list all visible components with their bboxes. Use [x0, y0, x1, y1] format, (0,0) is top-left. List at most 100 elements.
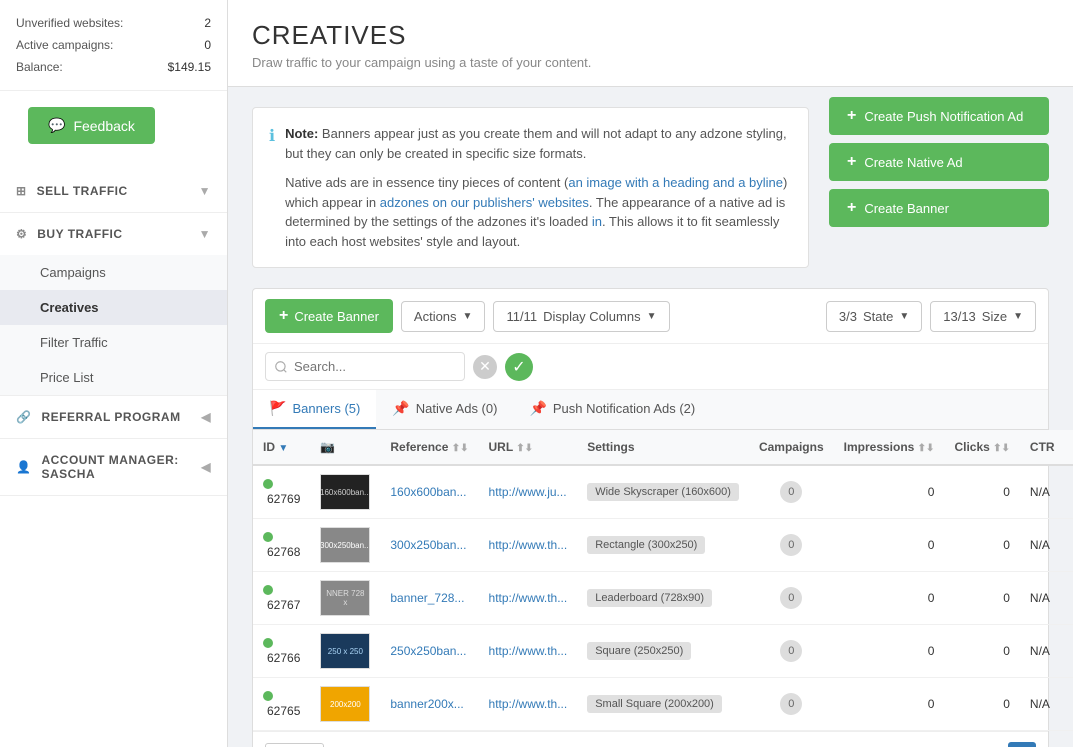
page-title: CREATIVES — [252, 20, 1049, 51]
cell-clicks: 0 — [944, 625, 1019, 678]
actions-dropdown-button[interactable]: Actions ▼ — [401, 301, 486, 332]
camera-icon: 📷 — [320, 440, 335, 454]
col-thumb: 📷 — [310, 430, 380, 465]
col-reference[interactable]: Reference ⬆⬇ — [380, 430, 478, 465]
display-columns-button[interactable]: 11/11 Display Columns ▼ — [493, 301, 669, 332]
plus-icon: + — [847, 107, 856, 125]
reference-link[interactable]: 160x600ban... — [390, 485, 466, 499]
campaigns-count: 0 — [780, 534, 802, 556]
cell-gear: ⚙ — [1065, 625, 1073, 678]
sidebar-nav: ⊞ SELL TRAFFIC ▼ ⚙ BUY TRAFFIC ▼ Campaig… — [0, 170, 227, 747]
url-link[interactable]: http://www.th... — [489, 538, 568, 552]
cell-impressions: 0 — [834, 465, 945, 519]
col-clicks[interactable]: Clicks ⬆⬇ — [944, 430, 1019, 465]
nav-header-sell-traffic[interactable]: ⊞ SELL TRAFFIC ▼ — [0, 170, 227, 212]
cell-ctr: N/A — [1020, 519, 1065, 572]
cell-reference: 250x250ban... — [380, 625, 478, 678]
creative-tabs: 🚩 Banners (5) 📌 Native Ads (0) 📌 Push No… — [253, 390, 1048, 430]
cell-thumb: 250 x 250 — [310, 625, 380, 678]
reference-link[interactable]: banner200x... — [390, 697, 463, 711]
main-header: CREATIVES Draw traffic to your campaign … — [228, 0, 1073, 87]
cell-id: 62768 — [253, 519, 310, 572]
cell-ctr: N/A — [1020, 625, 1065, 678]
state-filter-button[interactable]: 3/3 State ▼ — [826, 301, 922, 332]
stat-value: 0 — [204, 38, 211, 52]
col-impressions[interactable]: Impressions ⬆⬇ — [834, 430, 945, 465]
pagination-bar: 50 25 100 rows per page 1 — [253, 731, 1048, 747]
nav-header-referral[interactable]: 🔗 REFERRAL PROGRAM ◀ — [0, 396, 227, 438]
url-link[interactable]: http://www.ju... — [489, 485, 567, 499]
settings-badge: Square (250x250) — [587, 642, 691, 660]
sidebar-item-price-list[interactable]: Price List — [0, 360, 227, 395]
campaigns-count: 0 — [780, 587, 802, 609]
reference-link[interactable]: banner_728... — [390, 591, 464, 605]
tab-banners[interactable]: 🚩 Banners (5) — [253, 390, 376, 429]
referral-icon: 🔗 — [16, 410, 31, 424]
tab-push-ads[interactable]: 📌 Push Notification Ads (2) — [513, 390, 711, 429]
campaigns-count: 0 — [780, 640, 802, 662]
status-indicator — [263, 479, 273, 489]
create-banner-toolbar-button[interactable]: + Create Banner — [265, 299, 393, 333]
cell-gear: ⚙ — [1065, 465, 1073, 519]
stat-value: $149.15 — [168, 60, 211, 74]
sidebar: Unverified websites:2Active campaigns:0B… — [0, 0, 228, 747]
reference-link[interactable]: 250x250ban... — [390, 644, 466, 658]
note-paragraph2: Native ads are in essence tiny pieces of… — [285, 173, 792, 251]
reference-link[interactable]: 300x250ban... — [390, 538, 466, 552]
create-banner-right-button[interactable]: + Create Banner — [829, 189, 1049, 227]
cell-reference: 160x600ban... — [380, 465, 478, 519]
create-push-button[interactable]: + Create Push Notification Ad — [829, 97, 1049, 135]
tab-native-ads[interactable]: 📌 Native Ads (0) — [376, 390, 513, 429]
size-filter-button[interactable]: 13/13 Size ▼ — [930, 301, 1036, 332]
cell-ctr: N/A — [1020, 572, 1065, 625]
cell-campaigns: 0 — [749, 465, 834, 519]
cell-impressions: 0 — [834, 678, 945, 731]
campaigns-count: 0 — [780, 481, 802, 503]
info-icon: ℹ — [269, 126, 275, 251]
toolbar-right: 3/3 State ▼ 13/13 Size ▼ — [826, 301, 1036, 332]
cell-clicks: 0 — [944, 465, 1019, 519]
stat-label: Unverified websites: — [16, 16, 123, 30]
sidebar-item-campaigns[interactable]: Campaigns — [0, 255, 227, 290]
settings-badge: Small Square (200x200) — [587, 695, 722, 713]
create-native-button[interactable]: + Create Native Ad — [829, 143, 1049, 181]
url-link[interactable]: http://www.th... — [489, 697, 568, 711]
buy-traffic-icon: ⚙ — [16, 227, 27, 241]
col-url[interactable]: URL ⬆⬇ — [479, 430, 578, 465]
search-confirm-button[interactable]: ✓ — [505, 353, 533, 381]
search-clear-button[interactable]: ✕ — [473, 355, 497, 379]
sidebar-item-creatives[interactable]: Creatives — [0, 290, 227, 325]
nav-section-label: BUY TRAFFIC — [37, 227, 122, 241]
col-id[interactable]: ID ▼ — [253, 430, 310, 465]
creatives-table-section: + Create Banner Actions ▼ 11/11 Display … — [252, 288, 1049, 747]
main-content: CREATIVES Draw traffic to your campaign … — [228, 0, 1073, 747]
comment-icon: 💬 — [48, 117, 65, 134]
row-id: 62766 — [267, 651, 300, 665]
status-indicator — [263, 638, 273, 648]
row-id: 62767 — [267, 598, 300, 612]
cell-clicks: 0 — [944, 572, 1019, 625]
col-campaigns: Campaigns — [749, 430, 834, 465]
chevron-icon: ▼ — [199, 227, 211, 241]
nav-header-account-manager[interactable]: 👤 ACCOUNT MANAGER: SASCHA ◀ — [0, 439, 227, 495]
table-row: 62769 160x600ban... 160x600ban... http:/… — [253, 465, 1073, 519]
cell-impressions: 0 — [834, 625, 945, 678]
table-row: 62766 250 x 250 250x250ban... http://www… — [253, 625, 1073, 678]
nav-header-buy-traffic[interactable]: ⚙ BUY TRAFFIC ▼ — [0, 213, 227, 255]
per-page-select[interactable]: 50 25 100 — [265, 743, 324, 747]
main-body: + Create Push Notification Ad + Create N… — [228, 87, 1073, 747]
cell-reference: banner200x... — [380, 678, 478, 731]
stat-label: Balance: — [16, 60, 63, 74]
stat-label: Active campaigns: — [16, 38, 113, 52]
cell-gear: ⚙ — [1065, 519, 1073, 572]
cell-thumb: NNER 728 x — [310, 572, 380, 625]
cell-ctr: N/A — [1020, 465, 1065, 519]
sidebar-item-filter-traffic[interactable]: Filter Traffic — [0, 325, 227, 360]
url-link[interactable]: http://www.th... — [489, 591, 568, 605]
nav-section-sell-traffic: ⊞ SELL TRAFFIC ▼ — [0, 170, 227, 213]
feedback-button[interactable]: 💬 Feedback — [28, 107, 155, 144]
url-link[interactable]: http://www.th... — [489, 644, 568, 658]
banner-thumbnail: 200x200 — [320, 686, 370, 722]
chevron-down-icon: ▼ — [463, 311, 473, 322]
search-input[interactable] — [265, 352, 465, 381]
